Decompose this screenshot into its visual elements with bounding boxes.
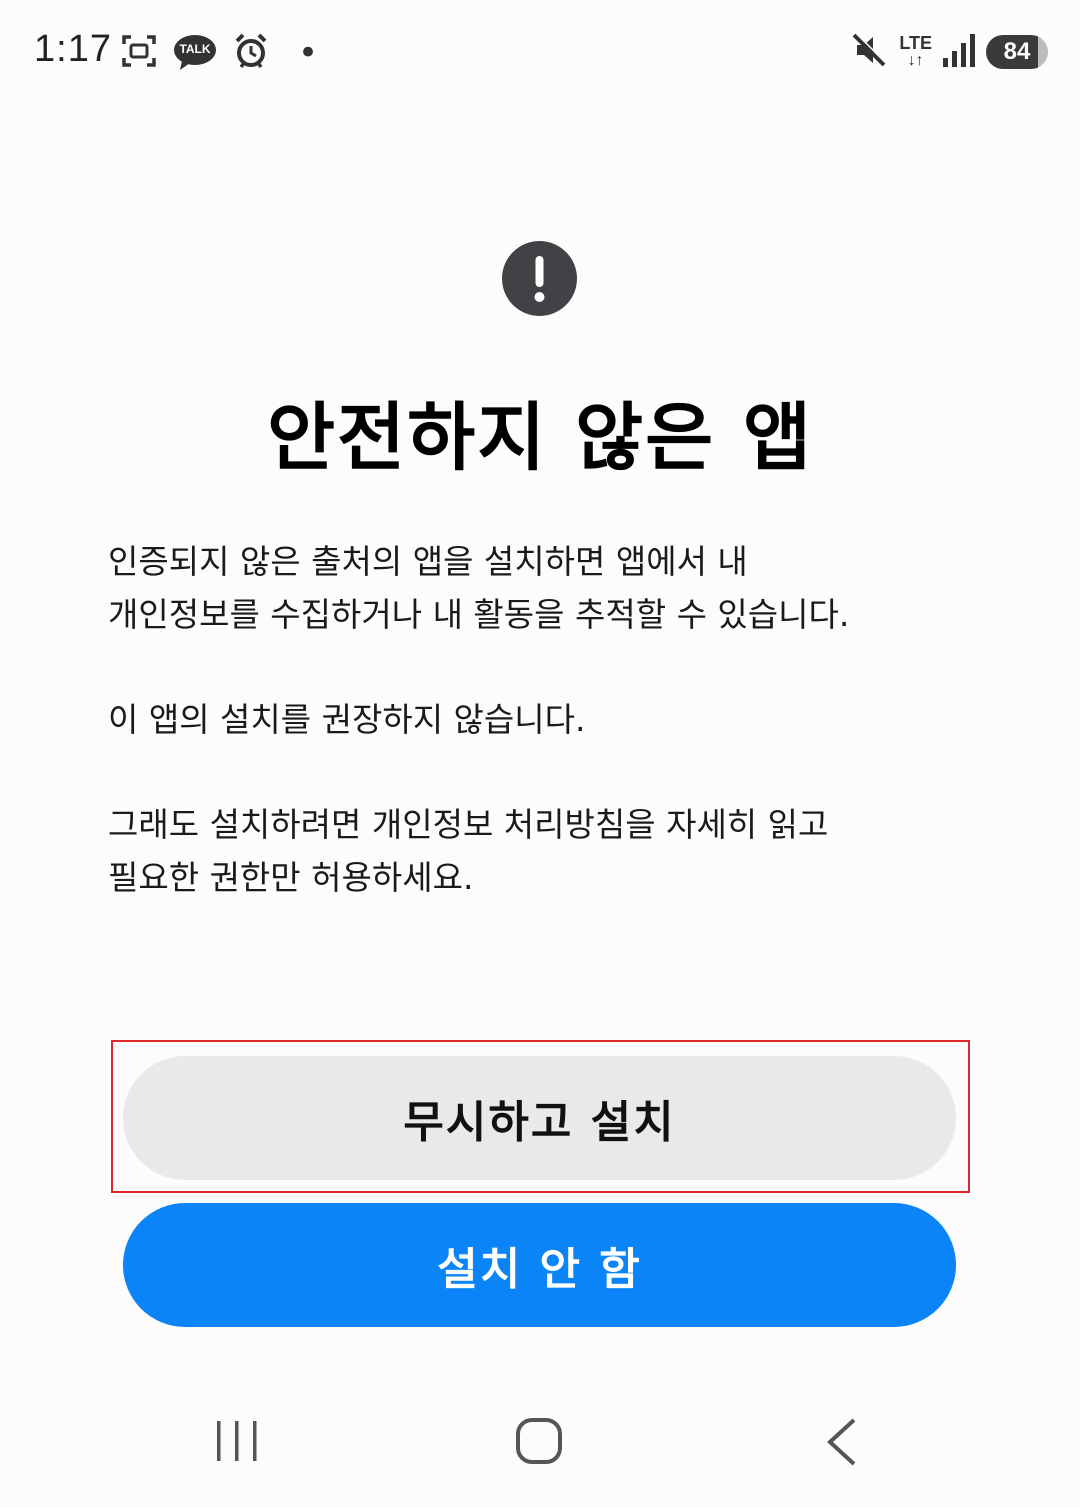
message-line: 개인정보를 수집하거나 내 활동을 추적할 수 있습니다. <box>108 595 850 634</box>
dialog-message: 인증되지 않은 출처의 앱을 설치하면 앱에서 내 개인정보를 수집하거나 내 … <box>108 535 988 956</box>
message-line: 필요한 권한만 허용하세요. <box>108 858 474 897</box>
message-paragraph-2: 이 앱의 설치를 권장하지 않습니다. <box>108 693 988 746</box>
status-bar: 1:17 TALK • LTE ↓↑ 84 <box>0 0 1080 104</box>
message-paragraph-1: 인증되지 않은 출처의 앱을 설치하면 앱에서 내 개인정보를 수집하거나 내 … <box>108 535 988 641</box>
lte-indicator: LTE ↓↑ <box>899 33 932 69</box>
kakaotalk-icon: TALK <box>172 33 218 73</box>
message-line: 인증되지 않은 출처의 앱을 설치하면 앱에서 내 <box>108 542 748 581</box>
mute-icon <box>849 30 889 74</box>
navigation-bar <box>0 1380 1080 1507</box>
dialog-title: 안전하지 않은 앱 <box>266 395 814 481</box>
back-icon[interactable] <box>810 1415 880 1475</box>
screenshot-icon <box>120 32 158 74</box>
message-line: 그래도 설치하려면 개인정보 처리방침을 자세히 읽고 <box>108 805 829 844</box>
notification-dot: • <box>298 33 319 73</box>
status-left-icons: TALK • <box>120 32 318 74</box>
warning-icon <box>502 241 577 316</box>
do-not-install-button[interactable]: 설치 안 함 <box>123 1203 956 1327</box>
message-paragraph-3: 그래도 설치하려면 개인정보 처리방침을 자세히 읽고 필요한 권한만 허용하세… <box>108 798 988 904</box>
network-type: LTE <box>899 33 932 53</box>
battery-indicator: 84 <box>986 35 1048 69</box>
status-right-icons: LTE ↓↑ 84 <box>849 30 1048 74</box>
ignore-and-install-button[interactable]: 무시하고 설치 <box>123 1056 956 1180</box>
status-time: 1:17 <box>34 28 112 70</box>
message-line: 이 앱의 설치를 권장하지 않습니다. <box>108 700 586 739</box>
home-icon[interactable] <box>505 1415 575 1475</box>
talk-label: TALK <box>179 42 211 56</box>
alarm-icon <box>232 32 270 74</box>
recents-icon[interactable] <box>202 1415 272 1475</box>
data-arrows-icon: ↓↑ <box>907 52 924 69</box>
signal-icon <box>942 32 976 72</box>
